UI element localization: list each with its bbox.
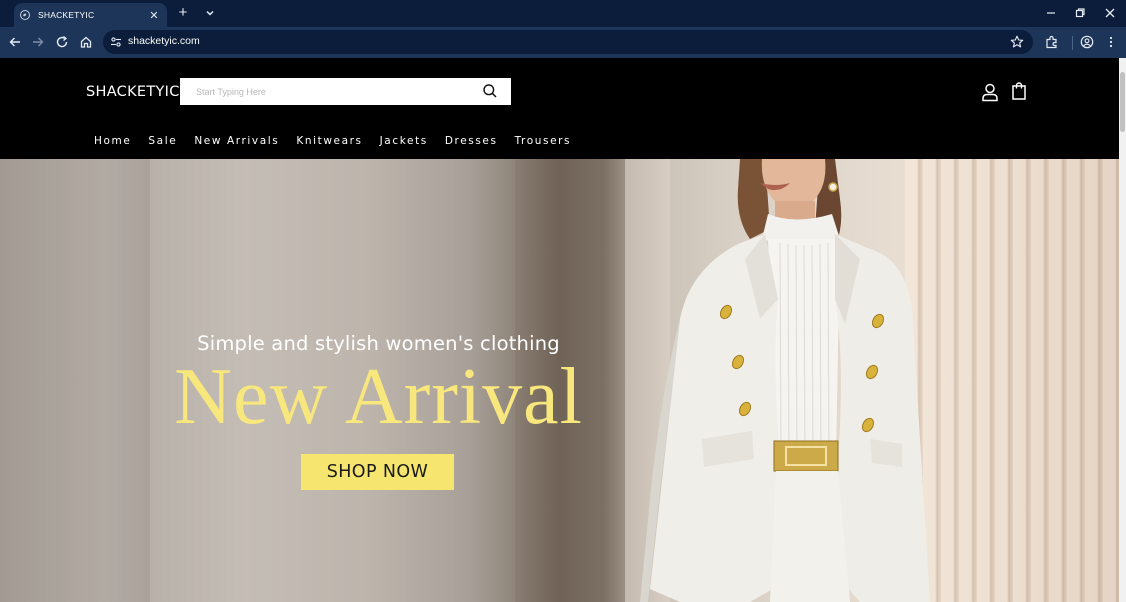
site-favicon-icon <box>20 10 30 20</box>
shop-now-button[interactable]: SHOP NOW <box>301 454 454 490</box>
nav-home[interactable]: Home <box>94 135 131 147</box>
tab-title: SHACKETYIC <box>38 10 95 20</box>
scrollbar-thumb[interactable] <box>1120 72 1125 132</box>
url-text[interactable]: shacketyic.com <box>128 35 200 47</box>
tab-search-chevron-icon[interactable] <box>202 5 218 21</box>
nav-trousers[interactable]: Trousers <box>515 135 572 147</box>
address-bar[interactable]: shacketyic.com <box>103 30 1033 54</box>
nav-dresses[interactable]: Dresses <box>445 135 498 147</box>
nav-jackets[interactable]: Jackets <box>380 135 428 147</box>
toolbar-divider <box>1072 36 1073 50</box>
hero-title: New Arrival <box>174 353 583 441</box>
close-window-icon[interactable] <box>1100 4 1120 22</box>
tab-close-icon[interactable]: ✕ <box>147 8 161 22</box>
forward-arrow-icon[interactable] <box>29 33 47 51</box>
nav-knitwears[interactable]: Knitwears <box>296 135 362 147</box>
minimize-window-icon[interactable] <box>1041 4 1061 22</box>
search-bar <box>180 78 511 105</box>
restore-window-icon[interactable] <box>1070 4 1090 22</box>
search-icon[interactable] <box>482 83 498 99</box>
browser-tab-strip: SHACKETYIC ✕ + <box>0 0 1126 27</box>
shopping-bag-icon[interactable] <box>1010 81 1028 101</box>
search-input[interactable] <box>180 78 470 105</box>
browser-menu-icon[interactable] <box>1102 33 1120 51</box>
bookmark-star-icon[interactable] <box>1009 34 1025 50</box>
nav-sale[interactable]: Sale <box>148 135 177 147</box>
site-header: SHACKETYIC Home Sale New Arrivals Knitwe… <box>0 58 1119 159</box>
home-icon[interactable] <box>77 33 95 51</box>
browser-toolbar: shacketyic.com <box>0 27 1126 58</box>
main-navigation: Home Sale New Arrivals Knitwears Jackets… <box>94 135 588 147</box>
extensions-puzzle-icon[interactable] <box>1043 33 1061 51</box>
reload-icon[interactable] <box>53 33 71 51</box>
site-logo[interactable]: SHACKETYIC <box>86 84 180 100</box>
back-arrow-icon[interactable] <box>6 33 24 51</box>
account-user-icon[interactable] <box>980 82 1000 102</box>
browser-tab[interactable]: SHACKETYIC ✕ <box>14 3 167 27</box>
profile-avatar-icon[interactable] <box>1078 33 1096 51</box>
hero-banner: Simple and stylish women's clothing New … <box>0 159 1119 602</box>
site-info-icon[interactable] <box>109 35 123 49</box>
new-tab-button[interactable]: + <box>175 5 191 21</box>
page-scrollbar[interactable] <box>1119 58 1126 602</box>
nav-new-arrivals[interactable]: New Arrivals <box>194 135 279 147</box>
